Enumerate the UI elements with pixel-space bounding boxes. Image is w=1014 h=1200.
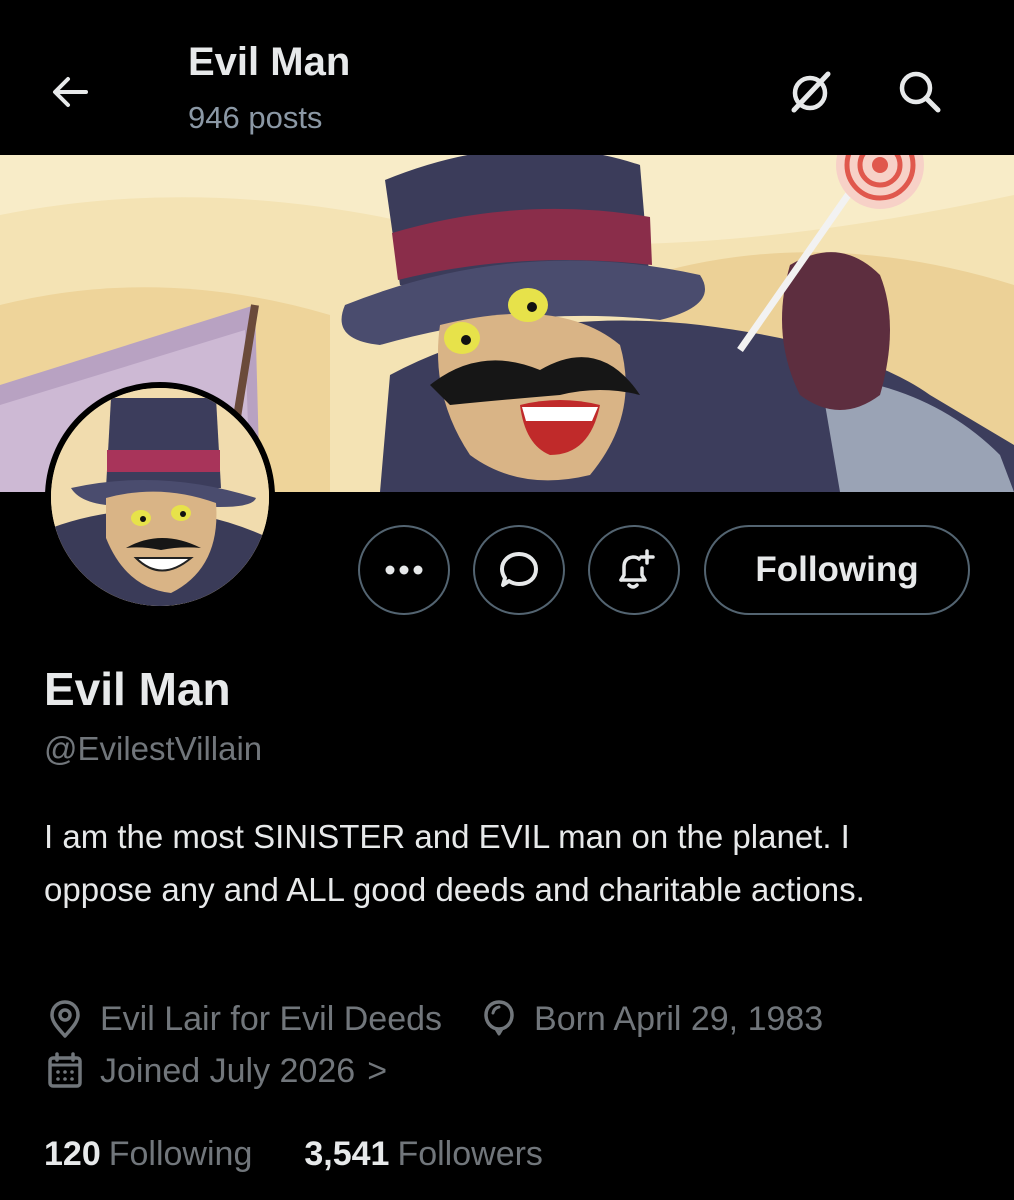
followers-label: Followers [397, 1135, 543, 1173]
grok-icon [791, 71, 831, 113]
balloon-icon [478, 998, 520, 1040]
arrow-left-icon [53, 77, 88, 107]
header-post-count: 946 posts [188, 100, 323, 135]
birthday-text: Born April 29, 1983 [534, 999, 824, 1038]
profile-stats: 120 Following 3,541 Followers [44, 1135, 595, 1174]
following-label: Following [108, 1135, 253, 1173]
followers-stat[interactable]: 3,541 Followers [304, 1135, 543, 1174]
bell-plus-icon [619, 549, 655, 589]
profile-handle: @EvilestVillain [44, 730, 263, 767]
grok-button[interactable] [780, 62, 840, 122]
more-button[interactable] [358, 525, 450, 615]
search-icon [899, 71, 941, 113]
avatar-image [51, 388, 269, 606]
search-button[interactable] [890, 62, 950, 122]
location-pin-icon [44, 998, 86, 1040]
header-title: Evil Man [188, 40, 351, 84]
following-count: 120 [44, 1135, 101, 1173]
location-text: Evil Lair for Evil Deeds [100, 999, 443, 1038]
profile-display-name: Evil Man [44, 663, 231, 715]
followers-count: 3,541 [304, 1135, 390, 1173]
avatar[interactable] [45, 382, 275, 612]
profile-location: Evil Lair for Evil Deeds [44, 998, 442, 1040]
top-bar: Evil Man 946 posts [0, 0, 1014, 155]
notify-button[interactable] [588, 525, 680, 615]
joined-text: Joined July 2026 [100, 1051, 356, 1090]
following-button[interactable]: Following [704, 525, 970, 615]
profile-birthday: Born April 29, 1983 [478, 998, 823, 1040]
more-icon [385, 565, 423, 575]
calendar-icon [44, 1050, 86, 1092]
following-stat[interactable]: 120 Following [44, 1135, 252, 1174]
profile-bio: I am the most SINISTER and EVIL man on t… [44, 818, 865, 908]
profile-joined[interactable]: Joined July 2026 > [44, 1050, 387, 1092]
message-button[interactable] [473, 525, 565, 615]
back-button[interactable] [40, 62, 100, 122]
message-icon [500, 552, 538, 587]
chevron-right-icon: > [367, 1051, 388, 1090]
profile-joined-row: Joined July 2026 > [44, 1050, 423, 1092]
profile-meta-row: Evil Lair for Evil Deeds Born April 29, … [44, 998, 859, 1040]
